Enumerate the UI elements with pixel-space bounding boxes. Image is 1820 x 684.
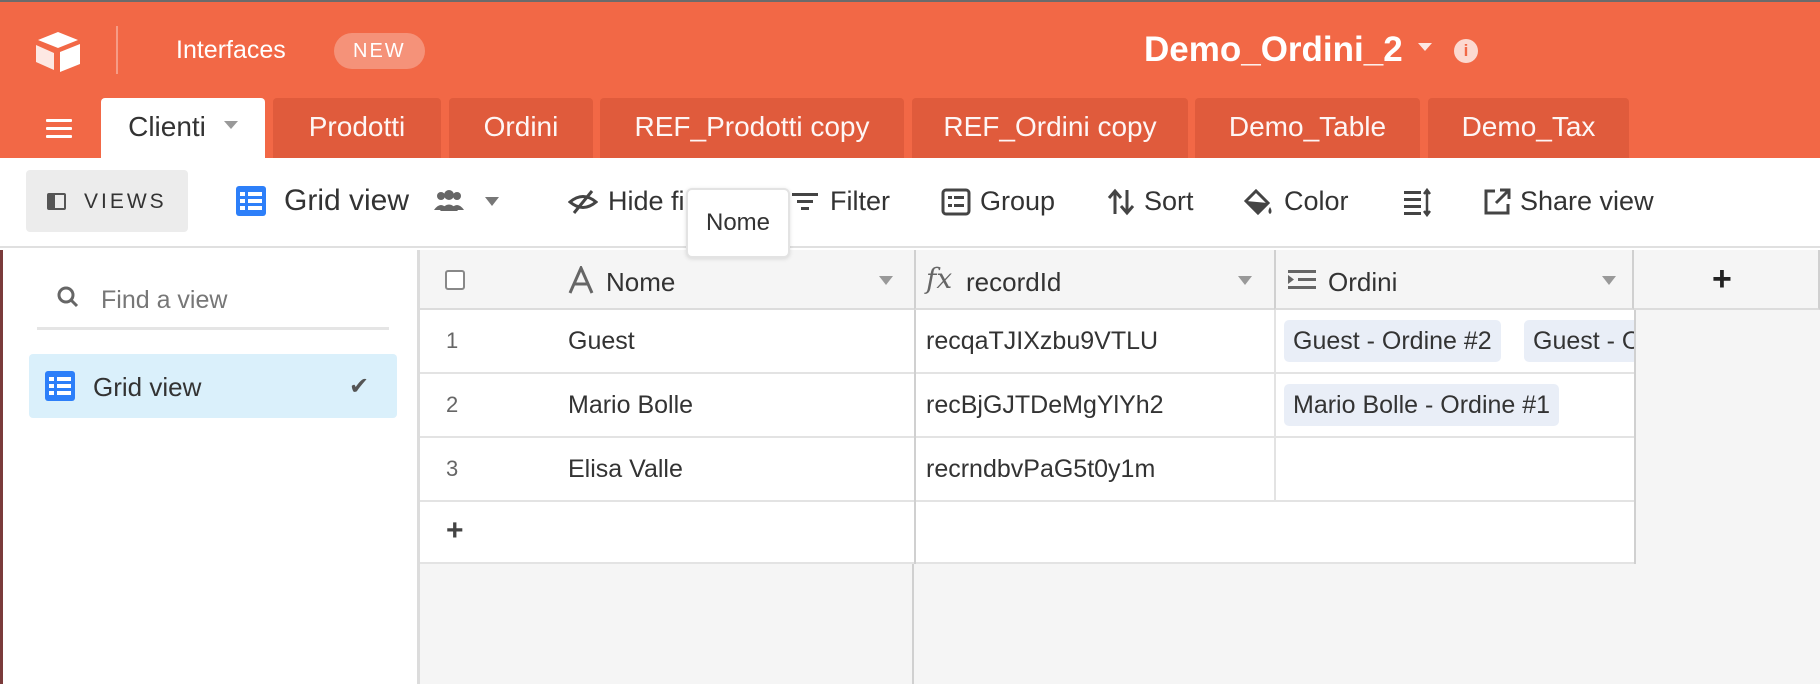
chevron-down-icon[interactable]: [223, 120, 238, 129]
text-a-icon: [568, 266, 594, 294]
search-input[interactable]: Find a view: [101, 286, 227, 315]
cell-ordini[interactable]: Guest - Ordine #2 Guest - Ordine #1: [1276, 310, 1634, 372]
sort-icon: [1107, 188, 1135, 216]
info-icon[interactable]: i: [1454, 39, 1478, 63]
linked-record-chip[interactable]: Mario Bolle - Ordine #1: [1284, 384, 1560, 426]
table-tabs-bar: Clienti Prodotti Ordini REF_Prodotti cop…: [0, 97, 1820, 158]
column-name: Nome: [606, 267, 676, 297]
table-row[interactable]: 3 Elisa Valle recrndbvPaG5t0y1m: [420, 438, 1636, 502]
find-view-search[interactable]: Find a view: [37, 270, 389, 330]
filter-button[interactable]: Filter: [830, 186, 890, 217]
interfaces-link[interactable]: Interfaces: [176, 36, 286, 65]
color-button[interactable]: Color: [1284, 186, 1349, 217]
grid-view-icon: [45, 371, 75, 401]
app-header: Interfaces NEW Demo_Ordini_2 i: [0, 0, 1820, 97]
row-number: 1: [446, 328, 459, 353]
views-toggle-button[interactable]: VIEWS: [26, 170, 188, 232]
sort-button[interactable]: Sort: [1144, 186, 1194, 217]
cell-nome[interactable]: Mario Bolle: [568, 391, 693, 420]
cell-ordini[interactable]: Mario Bolle - Ordine #1: [1276, 374, 1634, 436]
header-select-all: [420, 250, 554, 310]
column-header-recordid[interactable]: fx recordId: [914, 250, 1274, 310]
plus-icon: +: [1712, 260, 1732, 298]
row-number: 2: [446, 392, 459, 417]
table-row[interactable]: 1 Guest recqaTJIXzbu9VTLU Guest - Ordine…: [420, 310, 1636, 374]
link-lines-icon: [1288, 270, 1316, 289]
search-icon: [57, 286, 79, 308]
cell-recordid[interactable]: recBjGJTDeMgYlYh2: [926, 391, 1164, 420]
collaborative-view-icon: [434, 190, 464, 211]
group-icon: [941, 188, 971, 216]
hide-fields-button[interactable]: Hide fi: [608, 186, 685, 217]
row-height-icon[interactable]: [1402, 187, 1432, 217]
linked-record-chip[interactable]: Guest - Ordine #1: [1524, 320, 1634, 362]
chevron-down-icon[interactable]: [1602, 276, 1616, 285]
airtable-logo-icon[interactable]: [34, 30, 82, 74]
chevron-down-icon[interactable]: [485, 197, 499, 206]
chevron-down-icon[interactable]: [1418, 43, 1432, 51]
column-name: recordId: [966, 267, 1062, 297]
tab-demo-tax[interactable]: Demo_Tax: [1428, 98, 1629, 158]
tab-ref-prodotti-copy[interactable]: REF_Prodotti copy: [600, 98, 904, 158]
records-grid: Nome fx recordId Ordini + 1 Guest recqaT…: [420, 250, 1820, 684]
column-header-ordini[interactable]: Ordini: [1274, 250, 1634, 310]
tab-label: Clienti: [128, 111, 206, 142]
chevron-down-icon[interactable]: [879, 276, 893, 285]
select-all-checkbox[interactable]: [445, 270, 465, 290]
tab-ref-ordini-copy[interactable]: REF_Ordini copy: [912, 98, 1188, 158]
cell-nome[interactable]: Guest: [568, 327, 635, 356]
column-header-nome[interactable]: Nome: [554, 250, 914, 310]
sidebar-item-label: Grid view: [93, 372, 202, 402]
column-name: Ordini: [1328, 267, 1398, 297]
add-column-button[interactable]: +: [1634, 250, 1820, 310]
chevron-down-icon[interactable]: [1238, 276, 1252, 285]
views-label: VIEWS: [84, 190, 167, 213]
header-divider: [116, 26, 118, 74]
formula-fx-icon: fx: [926, 262, 953, 295]
sidebar-icon: [47, 193, 66, 210]
tab-prodotti[interactable]: Prodotti: [273, 98, 441, 158]
share-icon: [1484, 188, 1511, 215]
row-number: 3: [446, 456, 459, 481]
grid-view-icon: [236, 186, 266, 216]
hide-fields-icon: [568, 190, 598, 214]
group-button[interactable]: Group: [980, 186, 1055, 217]
tab-demo-table[interactable]: Demo_Table: [1195, 98, 1420, 158]
view-toolbar: VIEWS Grid view Hide fi Filter Group Sor…: [0, 158, 1820, 248]
views-sidebar: Find a view Grid view ✔: [0, 250, 420, 684]
add-row-button[interactable]: +: [420, 502, 1636, 564]
current-view-name[interactable]: Grid view: [284, 184, 409, 218]
tab-ordini[interactable]: Ordini: [449, 98, 593, 158]
cell-recordid[interactable]: recqaTJIXzbu9VTLU: [926, 327, 1158, 356]
tab-clienti[interactable]: Clienti: [101, 98, 265, 158]
linked-record-chip[interactable]: Guest - Ordine #2: [1284, 320, 1501, 362]
sidebar-item-grid-view[interactable]: Grid view ✔: [29, 354, 397, 418]
table-row[interactable]: 2 Mario Bolle recBjGJTDeMgYlYh2 Mario Bo…: [420, 374, 1636, 438]
paint-bucket-icon: [1243, 188, 1272, 216]
menu-icon[interactable]: [46, 119, 72, 139]
share-view-button[interactable]: Share view: [1520, 186, 1654, 217]
checkmark-icon: ✔: [349, 373, 370, 400]
cell-recordid[interactable]: recrndbvPaG5t0y1m: [926, 455, 1155, 484]
field-tooltip: Nome: [686, 188, 790, 258]
cell-nome[interactable]: Elisa Valle: [568, 455, 683, 484]
filter-icon: [792, 193, 818, 210]
base-name-button[interactable]: Demo_Ordini_2: [1144, 30, 1403, 70]
plus-icon: +: [446, 514, 464, 547]
new-badge: NEW: [334, 33, 425, 69]
cell-ordini[interactable]: [1276, 438, 1634, 500]
